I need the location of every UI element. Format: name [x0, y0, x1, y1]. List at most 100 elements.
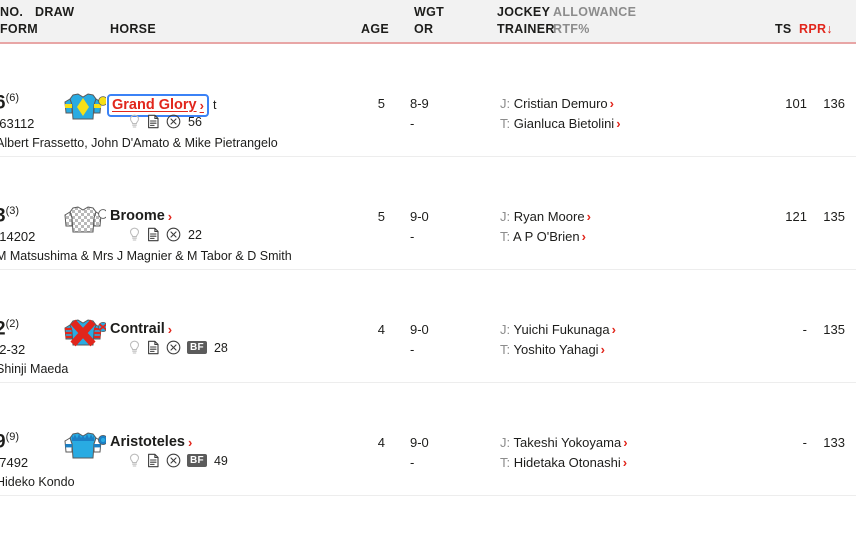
header-age: AGE [361, 22, 389, 36]
trainer-prefix: T: [500, 229, 511, 244]
ts-value: - [802, 322, 807, 337]
trainer-prefix: T: [500, 342, 511, 357]
runner-row[interactable]: 2(2) 12-32 Contrail› BF 28 [0, 270, 856, 405]
chevron-right-icon: › [581, 229, 586, 244]
header-wgt: WGT [414, 5, 445, 19]
runner-icons: BF 28 [128, 340, 228, 355]
runner-row[interactable]: 6(6) 263112 Grand Glory›t 56 Albert Fras… [0, 44, 856, 179]
trainer-link[interactable]: Gianluca Bietolini › [514, 116, 621, 131]
lightbulb-icon-button[interactable] [128, 114, 141, 129]
horse-link[interactable]: Broome › [110, 208, 172, 224]
header-form: FORM [0, 22, 38, 36]
horse-name: Contrail [110, 321, 165, 337]
notes-icon-button[interactable] [147, 340, 160, 355]
ts-value: 121 [785, 209, 807, 224]
racecard-header: NO. DRAW FORM HORSE AGE WGT OR JOCKEY AL… [0, 0, 856, 44]
horse-suffix: t [212, 98, 217, 112]
nonrunner-icon-button[interactable] [166, 227, 181, 242]
rpr-value: 135 [823, 209, 845, 224]
notes-icon-button[interactable] [147, 227, 160, 242]
or-value: - [410, 455, 415, 470]
jockey-cell: J: Takeshi Yokoyama › [500, 435, 628, 450]
horse-link[interactable]: Aristoteles › [110, 434, 192, 450]
horse-cell: Broome › [110, 207, 172, 225]
chevron-right-icon: › [611, 322, 616, 337]
owner-name: Shinji Maeda [0, 362, 69, 376]
chevron-right-icon: › [623, 435, 628, 450]
circle-x-icon [166, 453, 181, 468]
rpr-value: 135 [823, 322, 845, 337]
lightbulb-icon-button[interactable] [128, 340, 141, 355]
jockey-link[interactable]: Yuichi Fukunaga › [514, 322, 616, 337]
runner-row[interactable]: 9(9) 17492 Aristoteles› BF 49 Hideko Kon… [0, 383, 856, 518]
notes-icon-button[interactable] [147, 114, 160, 129]
horse-name: Broome [110, 208, 165, 224]
silk [60, 317, 109, 349]
header-rpr-sort[interactable]: RPR↓ [799, 22, 833, 36]
draw-number: (9) [5, 431, 20, 443]
notes-icon-button[interactable] [147, 453, 160, 468]
jockey-name: Cristian Demuro [513, 96, 608, 111]
ts-value: 101 [785, 96, 807, 111]
lightbulb-icon [129, 114, 140, 128]
runner-number: 6(6) [0, 92, 19, 114]
nonrunner-icon-button[interactable] [166, 114, 181, 129]
beaten-favourite-badge: BF [187, 341, 207, 354]
rpr-value: 133 [823, 435, 845, 450]
notes-icon [148, 114, 159, 129]
age-value: 4 [377, 435, 385, 450]
silk-lightblue-red-cross [64, 319, 109, 347]
weight-value: 9-0 [410, 322, 429, 337]
trainer-name: Yoshito Yahagi [513, 342, 599, 357]
trainer-link[interactable]: Hidetaka Otonashi › [514, 455, 627, 470]
beaten-favourite-badge: BF [187, 454, 207, 467]
runner-icons: 56 [128, 114, 202, 129]
runner-row[interactable]: 4(4) 3114 Shahryar› BF 63 [0, 496, 856, 545]
draw-number: (3) [5, 205, 20, 217]
jockey-link[interactable]: Takeshi Yokoyama › [514, 435, 628, 450]
chevron-right-icon: › [586, 209, 591, 224]
horse-link[interactable]: Grand Glory › [112, 97, 204, 113]
form-figures: 17492 [0, 455, 29, 470]
header-trainer: TRAINER [497, 22, 555, 36]
chevron-right-icon: › [187, 434, 193, 450]
nonrunner-icon-button[interactable] [166, 340, 181, 355]
header-draw: DRAW [35, 5, 75, 19]
jockey-cell: J: Ryan Moore › [500, 209, 591, 224]
draw-number: (6) [5, 92, 20, 104]
owner-name: M Matsushima & Mrs J Magnier & M Tabor &… [0, 249, 292, 263]
runner-icons: BF 49 [128, 453, 228, 468]
chevron-right-icon: › [616, 116, 621, 131]
lightbulb-icon-button[interactable] [128, 227, 141, 242]
header-rtf: RTF% [553, 22, 590, 36]
jockey-cell: J: Cristian Demuro › [500, 96, 614, 111]
lightbulb-icon [129, 227, 140, 241]
jockey-link[interactable]: Ryan Moore › [514, 209, 591, 224]
jockey-prefix: J: [500, 435, 511, 450]
trainer-link[interactable]: Yoshito Yahagi › [514, 342, 605, 357]
jockey-link[interactable]: Cristian Demuro › [514, 96, 614, 111]
silk [60, 430, 109, 462]
horse-name: Aristoteles [110, 434, 185, 450]
header-jockey: JOCKEY [497, 5, 551, 19]
trainer-link[interactable]: A P O'Brien › [513, 229, 586, 244]
lightbulb-icon-button[interactable] [128, 453, 141, 468]
racecard: NO. DRAW FORM HORSE AGE WGT OR JOCKEY AL… [0, 0, 856, 545]
header-ts[interactable]: TS [775, 22, 792, 36]
runner-number: 2(2) [0, 318, 19, 340]
silk-blue-white-sleeves [64, 432, 109, 459]
jockey-name: Yuichi Fukunaga [513, 322, 610, 337]
or-value: - [410, 229, 415, 244]
notes-icon [148, 453, 159, 468]
trainer-prefix: T: [500, 116, 511, 131]
jockey-prefix: J: [500, 96, 511, 111]
chevron-right-icon: › [609, 96, 615, 111]
age-value: 4 [377, 322, 385, 337]
form-figures: 214202 [0, 229, 36, 244]
runner-row[interactable]: 3(3) 214202 Broome› 22 M Matsushi [0, 157, 856, 292]
sort-arrow-icon: ↓ [826, 22, 833, 36]
horse-link[interactable]: Contrail › [110, 321, 172, 337]
jockey-prefix: J: [500, 322, 511, 337]
notes-icon [148, 340, 159, 355]
nonrunner-icon-button[interactable] [166, 453, 181, 468]
